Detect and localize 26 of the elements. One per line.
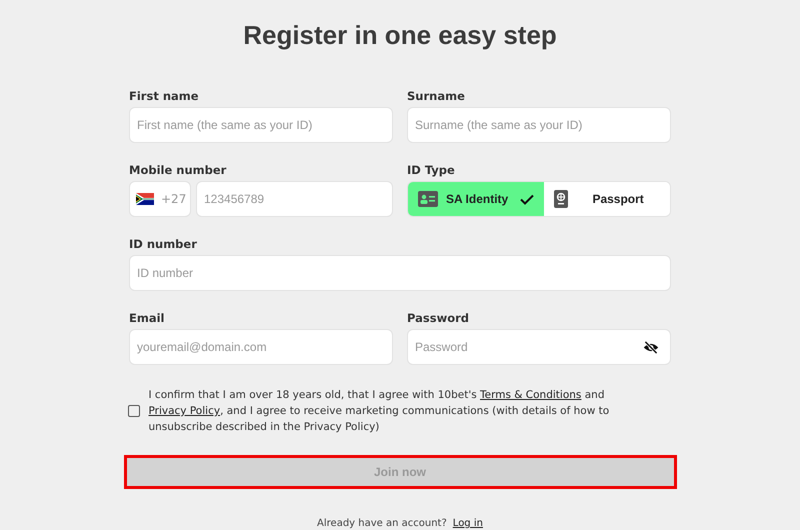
field-label: First name bbox=[129, 89, 199, 103]
hidden-eye-icon[interactable] bbox=[643, 341, 659, 354]
field-label: Password bbox=[407, 311, 469, 325]
id-card-icon bbox=[418, 191, 438, 207]
field-label: Email bbox=[129, 311, 164, 325]
policy-link[interactable]: Privacy Policy bbox=[148, 405, 220, 417]
field-label: Surname bbox=[407, 89, 465, 103]
mobile-number-field[interactable]: 123456789 bbox=[196, 181, 393, 217]
passport-icon bbox=[554, 190, 568, 208]
login-prompt: Already have an account? bbox=[317, 518, 447, 529]
id-type-option[interactable]: SA Identity bbox=[408, 182, 544, 216]
first-name-field[interactable]: First name (the same as your ID) bbox=[129, 107, 393, 143]
field-label: Mobile number bbox=[129, 163, 226, 177]
id-number-field[interactable]: ID number bbox=[129, 255, 671, 291]
login-link[interactable]: Log in bbox=[452, 518, 483, 529]
consent-checkbox[interactable] bbox=[128, 405, 140, 417]
field-label: ID number bbox=[129, 237, 197, 251]
password-field[interactable]: Password bbox=[407, 329, 671, 365]
email-field[interactable]: youremail@domain.com bbox=[129, 329, 393, 365]
page-title: Register in one easy step bbox=[243, 20, 557, 51]
surname-field[interactable]: Surname (the same as your ID) bbox=[407, 107, 671, 143]
checkmark-icon bbox=[520, 194, 534, 204]
consent-text: I confirm that I am over 18 years old, that I agree with 10bet's Terms & Conditions and Privacy Policy, and I agree to receive marketing communications (with details of how to unsubscribe described in the Privacy Policy) bbox=[148, 388, 610, 435]
policy-link[interactable]: Terms & Conditions bbox=[480, 389, 582, 401]
field-label: ID Type bbox=[407, 163, 455, 177]
flag-icon bbox=[136, 193, 154, 205]
